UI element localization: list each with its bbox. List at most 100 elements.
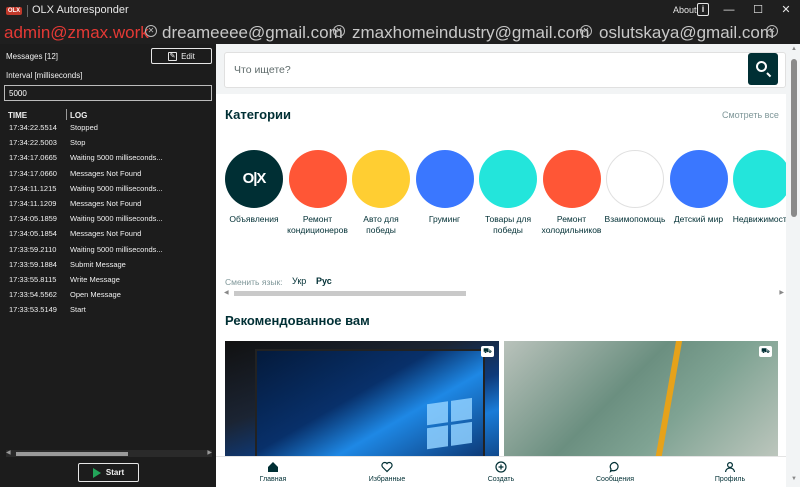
bottom-navigation: Главная Избранные Создать Сообщения Проф… <box>216 456 786 487</box>
messages-count: Messages [12] <box>6 52 59 61</box>
category-item[interactable]: Авто для победы <box>348 150 414 236</box>
app-logo: OLX <box>6 7 22 15</box>
edit-button[interactable]: ✎ Edit <box>151 48 212 64</box>
column-divider[interactable] <box>66 109 67 120</box>
column-time[interactable]: TIME <box>8 111 27 120</box>
log-time: 17:33:54.5562 <box>9 290 57 300</box>
category-item[interactable]: Груминг <box>412 150 478 225</box>
recommended-title: Рекомендованное вам <box>225 313 370 328</box>
search-icon <box>756 61 767 72</box>
category-item[interactable]: Товары для победы <box>475 150 541 236</box>
nav-label: Создать <box>487 476 515 483</box>
delivery-icon: ⛟ <box>481 346 494 357</box>
log-row[interactable]: 17:33:55.8115 Write Message <box>0 275 216 290</box>
account-tab-dreameeee[interactable]: dreameeee@gmail.com <box>162 22 343 44</box>
language-label: Сменить язык: <box>225 277 283 287</box>
search-input[interactable]: Что ищете? <box>234 64 291 76</box>
log-row[interactable]: 17:34:17.0660 Messages Not Found <box>0 169 216 184</box>
account-tab-zmaxhomeindustry[interactable]: zmaxhomeindustry@gmail.com <box>352 22 589 44</box>
title-separator <box>27 5 28 17</box>
category-item[interactable]: Ремонт холодильников <box>539 150 605 236</box>
scroll-right-icon[interactable]: ▶ <box>207 450 212 457</box>
category-name: Груминг <box>428 214 461 224</box>
close-button[interactable]: ✕ <box>778 3 794 17</box>
log-time: 17:34:11.1209 <box>9 198 57 208</box>
column-log[interactable]: LOG <box>70 111 87 120</box>
nav-create[interactable]: Создать <box>461 457 541 487</box>
log-message: Open Message <box>70 290 121 300</box>
log-message: Waiting 5000 milliseconds... <box>70 153 163 163</box>
log-row[interactable]: 17:34:11.1215 Waiting 5000 milliseconds..… <box>0 184 216 199</box>
close-tab-icon[interactable]: ✕ <box>145 25 157 37</box>
log-time: 17:33:59.1884 <box>9 259 57 269</box>
log-message: Submit Message <box>70 259 126 269</box>
category-item[interactable]: Ремонт кондиционеров <box>285 150 351 236</box>
category-name: Ремонт кондиционеров <box>287 214 348 235</box>
log-time: 17:33:55.8115 <box>9 274 57 284</box>
log-message: Stop <box>70 138 86 148</box>
category-item[interactable]: Взаимопомощь <box>602 150 668 225</box>
category-item[interactable]: O|X Объявления <box>221 150 287 225</box>
language-rus[interactable]: Рус <box>316 276 332 286</box>
account-tab-oslutskaya[interactable]: oslutskaya@gmail.com <box>599 22 774 44</box>
see-all-link[interactable]: Смотреть все <box>722 110 779 120</box>
scroll-up-icon[interactable]: ▲ <box>791 46 797 52</box>
minimize-button[interactable]: — <box>721 3 737 17</box>
about-label[interactable]: About <box>673 5 697 15</box>
close-tab-icon[interactable]: ✕ <box>333 25 345 37</box>
category-name: Товары для победы <box>484 214 532 235</box>
interval-label: Interval [milliseconds] <box>6 71 83 80</box>
category-item[interactable]: Недвижимость <box>729 150 786 225</box>
account-tab-admin[interactable]: admin@zmax.work <box>4 22 149 44</box>
nav-messages[interactable]: Сообщения <box>575 457 655 487</box>
log-row[interactable]: 17:34:05.1854 Messages Not Found <box>0 229 216 244</box>
log-row[interactable]: 17:34:17.0665 Waiting 5000 milliseconds..… <box>0 153 216 168</box>
category-name: Объявления <box>229 214 279 224</box>
language-switcher: Сменить язык: Укр Рус <box>216 266 786 294</box>
log-row[interactable]: 17:34:05.1859 Waiting 5000 milliseconds..… <box>0 214 216 229</box>
log-horizontal-scrollbar[interactable]: ◀ ▶ <box>6 450 212 457</box>
log-row[interactable]: 17:34:11.1209 Messages Not Found <box>0 199 216 214</box>
log-time: 17:34:22.5514 <box>9 123 57 132</box>
nav-label: Сообщения <box>596 476 634 483</box>
log-time: 17:33:53.5149 <box>9 305 57 315</box>
log-message: Messages Not Found <box>70 168 142 178</box>
log-time: 17:34:17.0660 <box>9 168 57 178</box>
start-button[interactable]: Start <box>78 463 139 482</box>
nav-profile[interactable]: Профиль <box>690 457 770 487</box>
category-image <box>415 150 474 208</box>
log-row[interactable]: 17:33:54.5562 Open Message <box>0 290 216 305</box>
start-button-label: Start <box>105 468 125 477</box>
log-row[interactable]: 17:33:59.2110 Waiting 5000 milliseconds..… <box>0 245 216 260</box>
scroll-down-icon[interactable]: ▼ <box>791 476 797 482</box>
chat-icon <box>609 461 619 473</box>
log-row[interactable]: 17:33:59.1884 Submit Message <box>0 260 216 275</box>
language-ukr[interactable]: Укр <box>292 276 306 286</box>
log-row[interactable]: 17:34:22.5514 Stopped <box>0 123 216 138</box>
page-vertical-scrollbar[interactable]: ▲ ▼ <box>788 44 800 487</box>
nav-home[interactable]: Главная <box>233 457 313 487</box>
category-name: Авто для победы <box>363 214 399 235</box>
log-time: 17:34:05.1859 <box>9 214 57 224</box>
info-icon[interactable]: i <box>697 3 709 16</box>
search-bar[interactable]: Что ищете? <box>224 52 786 88</box>
category-item[interactable]: Детский мир <box>666 150 732 225</box>
log-row[interactable]: 17:34:22.5003 Stop <box>0 138 216 153</box>
maximize-button[interactable]: ☐ <box>750 3 766 17</box>
scroll-left-icon[interactable]: ◀ <box>6 450 11 457</box>
log-row[interactable]: 17:33:53.5149 Start <box>0 305 216 320</box>
close-tab-icon[interactable]: ✕ <box>766 25 778 37</box>
scrollbar-thumb[interactable] <box>16 452 128 456</box>
search-button[interactable] <box>748 53 778 85</box>
control-panel: Messages [12] ✎ Edit Interval [milliseco… <box>0 44 216 487</box>
log-header: TIME LOG <box>0 108 216 122</box>
close-tab-icon[interactable]: ✕ <box>580 25 592 37</box>
categories-title: Категории <box>225 107 292 122</box>
scrollbar-thumb[interactable] <box>791 59 797 217</box>
interval-input[interactable] <box>4 85 212 101</box>
log-message: Messages Not Found <box>70 198 142 208</box>
search-icon-handle <box>766 72 772 78</box>
nav-favorites[interactable]: Избранные <box>347 457 427 487</box>
category-name: Детский мир <box>673 214 724 224</box>
edit-button-label: Edit <box>181 51 195 61</box>
